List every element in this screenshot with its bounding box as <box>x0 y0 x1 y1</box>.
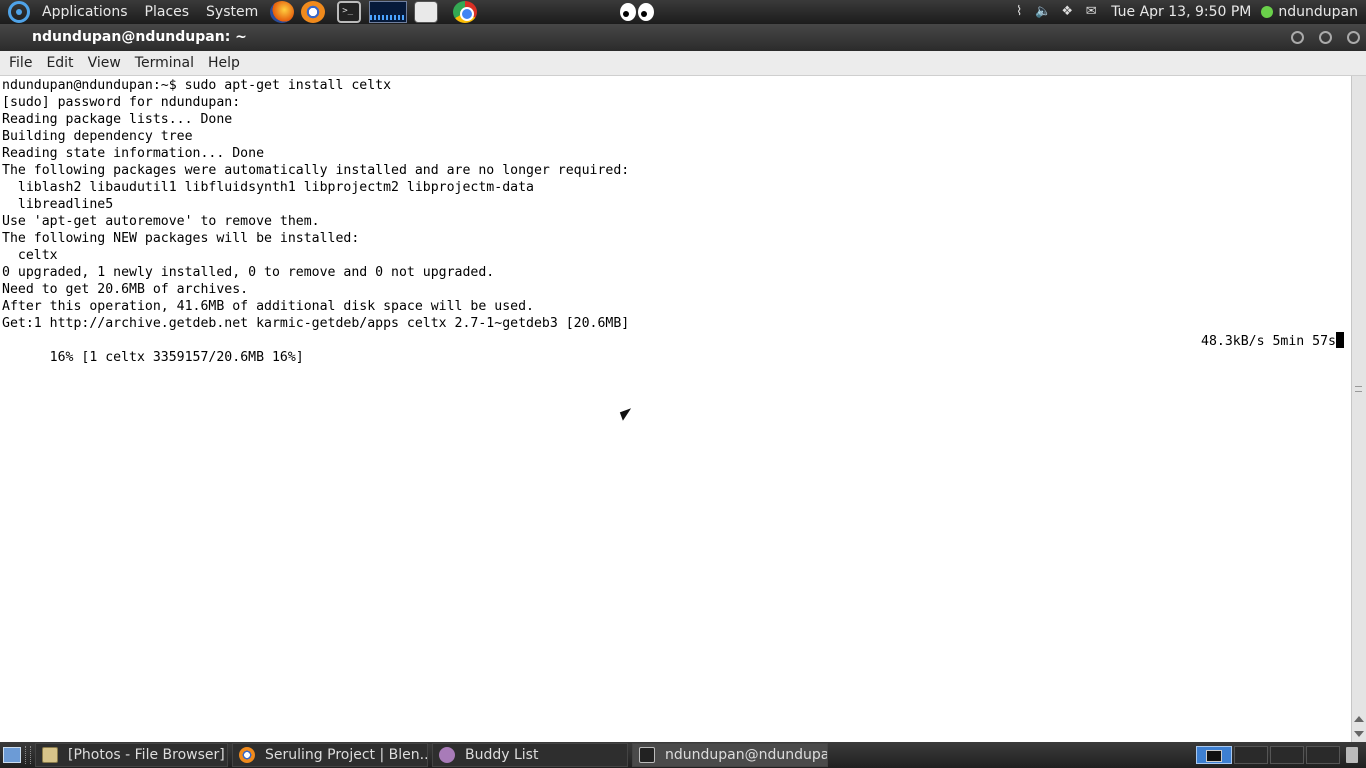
pidgin-icon <box>439 747 455 763</box>
workspace-2[interactable] <box>1234 746 1268 764</box>
menu-view[interactable]: View <box>81 55 128 71</box>
workspace-1[interactable] <box>1196 746 1232 764</box>
dropbox-icon[interactable]: ❖ <box>1059 4 1075 20</box>
eye-icon <box>620 3 636 21</box>
task-label: [Photos - File Browser] <box>68 747 225 763</box>
terminal-output[interactable]: ndundupan@ndundupan:~$ sudo apt-get inst… <box>0 76 1351 742</box>
terminal-line: Use 'apt-get autoremove' to remove them. <box>2 214 320 229</box>
scroll-down-icon[interactable] <box>1354 731 1364 737</box>
workspace-3[interactable] <box>1270 746 1304 764</box>
blender-icon <box>239 747 255 763</box>
maximize-button[interactable] <box>1319 31 1332 44</box>
user-name[interactable]: ndundupan <box>1278 4 1358 20</box>
folder-icon <box>42 747 58 763</box>
system-tray: ⌇ 🔈 ❖ ✉ Tue Apr 13, 9:50 PM ndundupan <box>1003 0 1366 24</box>
terminal-line: celtx <box>2 248 58 263</box>
panel-handle[interactable] <box>25 746 31 764</box>
xeyes-applet <box>620 3 654 21</box>
terminal-line: Building dependency tree <box>2 129 193 144</box>
menu-file[interactable]: File <box>2 55 39 71</box>
terminal-line: Reading package lists... Done <box>2 112 233 127</box>
progress-rate: 48.3kB/s 5min 57s <box>1201 334 1336 349</box>
clock[interactable]: Tue Apr 13, 9:50 PM <box>1111 4 1251 20</box>
terminal-line: [sudo] password for ndundupan: <box>2 95 241 110</box>
window-title: ndundupan@ndundupan: ~ <box>32 29 247 45</box>
terminal-line: ndundupan@ndundupan:~$ sudo apt-get inst… <box>2 78 392 93</box>
close-button[interactable] <box>1347 31 1360 44</box>
show-desktop-button[interactable] <box>3 747 21 763</box>
menu-edit[interactable]: Edit <box>39 55 80 71</box>
trash-icon[interactable] <box>1346 747 1358 763</box>
user-status-icon[interactable] <box>1261 6 1274 18</box>
task-label: Seruling Project | Blen... <box>265 747 428 763</box>
network-icon[interactable]: ⌇ <box>1011 4 1027 20</box>
chrome-icon[interactable] <box>453 1 478 23</box>
bottom-panel: [Photos - File Browser] Seruling Project… <box>0 742 1366 768</box>
terminal-scrollbar[interactable] <box>1351 76 1366 742</box>
terminal-icon <box>639 747 655 763</box>
download-progress-line: 16% [1 celtx 3359157/20.6MB 16%] 48.3kB/… <box>2 332 1349 365</box>
task-terminal[interactable]: ndundupan@ndundupa... <box>632 743 828 767</box>
menu-terminal[interactable]: Terminal <box>128 55 201 71</box>
scrollbar-grip-icon[interactable] <box>1355 386 1362 392</box>
mail-icon[interactable]: ✉ <box>1083 4 1099 20</box>
terminal-line: After this operation, 41.6MB of addition… <box>2 299 534 314</box>
task-buddy-list[interactable]: Buddy List <box>432 743 628 767</box>
window-titlebar[interactable]: ndundupan@ndundupan: ~ <box>0 24 1366 51</box>
terminal-line: Need to get 20.6MB of archives. <box>2 282 249 297</box>
distro-logo-icon[interactable] <box>8 1 30 23</box>
workspace-4[interactable] <box>1306 746 1340 764</box>
menu-places[interactable]: Places <box>140 0 195 24</box>
menu-system[interactable]: System <box>201 0 263 24</box>
terminal-icon[interactable] <box>337 1 362 23</box>
terminal-line: 0 upgraded, 1 newly installed, 0 to remo… <box>2 265 495 280</box>
top-panel: Applications Places System ⌇ 🔈 ❖ ✉ Tue A… <box>0 0 1366 24</box>
terminal-line: liblash2 libaudutil1 libfluidsynth1 libp… <box>2 180 534 195</box>
firefox-icon[interactable] <box>270 1 295 23</box>
menu-help[interactable]: Help <box>201 55 247 71</box>
task-file-browser[interactable]: [Photos - File Browser] <box>35 743 228 767</box>
scroll-up-icon[interactable] <box>1354 716 1364 722</box>
system-monitor-icon[interactable] <box>369 1 408 23</box>
blender-icon[interactable] <box>301 1 326 23</box>
terminal-line: Get:1 http://archive.getdeb.net karmic-g… <box>2 316 630 331</box>
task-blender[interactable]: Seruling Project | Blen... <box>232 743 428 767</box>
menubar: File Edit View Terminal Help <box>0 51 1366 76</box>
task-label: Buddy List <box>465 747 539 763</box>
progress-rate-group: 48.3kB/s 5min 57s <box>1201 332 1344 350</box>
terminal-window: ndundupan@ndundupan: ~ File Edit View Te… <box>0 24 1366 742</box>
terminal-line: Reading state information... Done <box>2 146 265 161</box>
eye-icon <box>638 3 654 21</box>
minimize-button[interactable] <box>1291 31 1304 44</box>
menu-applications[interactable]: Applications <box>37 0 133 24</box>
volume-icon[interactable]: 🔈 <box>1035 4 1051 20</box>
terminal-line: The following packages were automaticall… <box>2 163 630 178</box>
terminal-line: libreadline5 <box>2 197 114 212</box>
terminal-line: The following NEW packages will be insta… <box>2 231 360 246</box>
progress-status: 16% [1 celtx 3359157/20.6MB 16%] <box>49 350 304 365</box>
screenshot-icon[interactable] <box>414 1 439 23</box>
text-cursor <box>1336 332 1344 348</box>
task-label: ndundupan@ndundupa... <box>665 747 828 763</box>
